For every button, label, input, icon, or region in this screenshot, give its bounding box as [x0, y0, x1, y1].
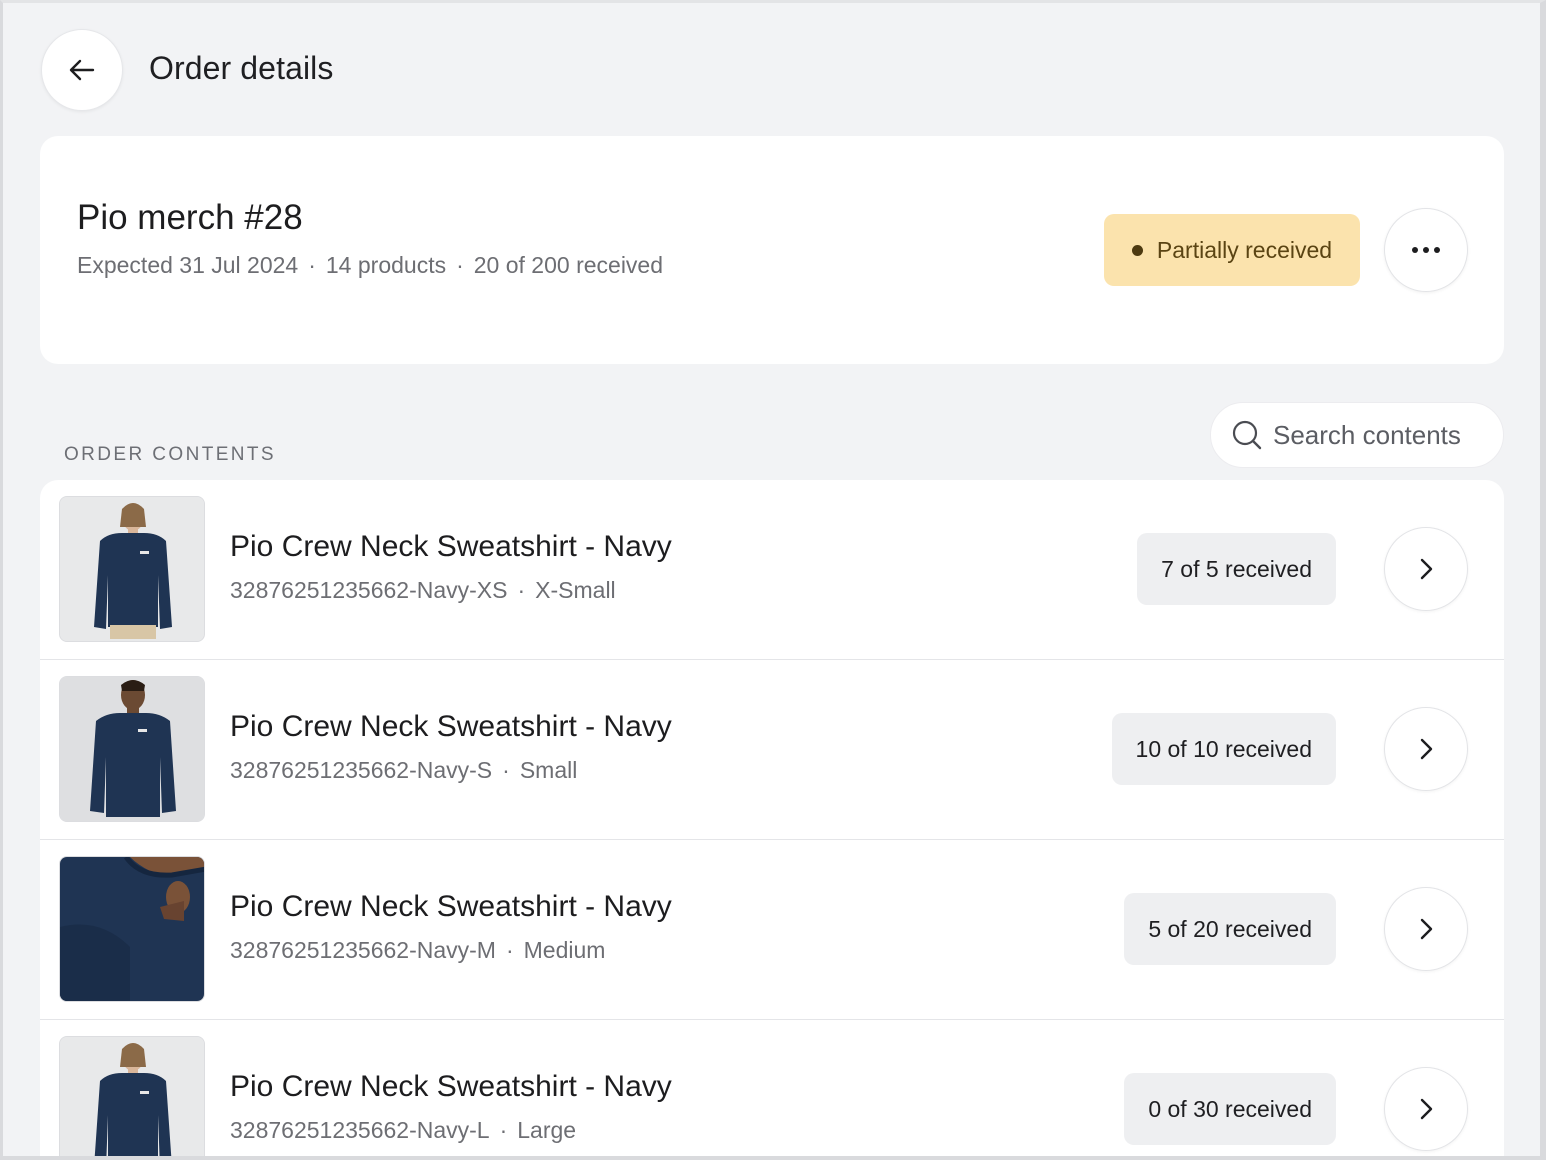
status-dot-icon: [1131, 244, 1143, 256]
list-item[interactable]: Pio Crew Neck Sweatshirt - Navy 32876251…: [40, 840, 1504, 1020]
product-sku: 32876251235662-Navy-S: [230, 757, 493, 783]
chevron-right-icon: [1420, 558, 1433, 580]
received-badge: 5 of 20 received: [1124, 893, 1336, 965]
product-meta: 32876251235662-Navy-XS · X-Small: [230, 577, 616, 603]
product-thumbnail: [59, 676, 205, 822]
received-badge: 10 of 10 received: [1111, 713, 1336, 785]
page-title: Order details: [149, 50, 334, 86]
product-size: Medium: [523, 937, 606, 963]
search-icon: [1232, 420, 1262, 450]
received-badge: 7 of 5 received: [1137, 533, 1336, 605]
open-item-button[interactable]: [1384, 887, 1468, 971]
search-input[interactable]: [1273, 419, 1483, 451]
open-item-button[interactable]: [1384, 1067, 1468, 1151]
section-label-order-contents: ORDER CONTENTS: [64, 444, 276, 465]
product-size: Small: [519, 757, 578, 783]
product-thumbnail: [59, 1036, 205, 1156]
product-size: X-Small: [535, 577, 616, 603]
order-product-count: 14 products: [325, 252, 447, 278]
list-item[interactable]: Pio Crew Neck Sweatshirt - Navy 32876251…: [40, 660, 1504, 840]
product-size: Large: [517, 1117, 577, 1143]
list-item[interactable]: Pio Crew Neck Sweatshirt - Navy 32876251…: [40, 480, 1504, 660]
chevron-right-icon: [1420, 1098, 1433, 1120]
more-options-button[interactable]: [1384, 208, 1468, 292]
search-box[interactable]: [1210, 402, 1504, 468]
product-thumbnail: [59, 856, 205, 1002]
list-item[interactable]: Pio Crew Neck Sweatshirt - Navy 32876251…: [40, 1020, 1504, 1156]
product-meta: 32876251235662-Navy-S · Small: [230, 757, 578, 783]
received-badge: 0 of 30 received: [1124, 1073, 1336, 1145]
product-thumbnail: [59, 496, 205, 642]
order-contents-list: Pio Crew Neck Sweatshirt - Navy 32876251…: [40, 480, 1504, 1156]
sweatshirt-photo-icon: [60, 677, 204, 821]
product-meta: 32876251235662-Navy-M · Medium: [230, 937, 606, 963]
order-name: Pio merch #28: [77, 198, 303, 237]
sweatshirt-photo-icon: [60, 857, 204, 1001]
arrow-left-icon: [69, 59, 95, 81]
product-name: Pio Crew Neck Sweatshirt - Navy: [230, 530, 672, 563]
ellipsis-icon: [1412, 247, 1440, 253]
product-name: Pio Crew Neck Sweatshirt - Navy: [230, 1070, 672, 1103]
back-button[interactable]: [41, 29, 123, 111]
sweatshirt-photo-icon: [60, 1037, 204, 1156]
status-badge: Partially received: [1104, 214, 1360, 286]
product-name: Pio Crew Neck Sweatshirt - Navy: [230, 710, 672, 743]
sweatshirt-photo-icon: [60, 497, 204, 641]
open-item-button[interactable]: [1384, 527, 1468, 611]
chevron-right-icon: [1420, 918, 1433, 940]
product-sku: 32876251235662-Navy-XS: [230, 577, 508, 603]
order-meta: Expected 31 Jul 2024 · 14 products · 20 of 2…: [77, 252, 664, 278]
product-sku: 32876251235662-Navy-L: [230, 1117, 490, 1143]
order-expected-date: Expected 31 Jul 2024: [77, 252, 299, 278]
open-item-button[interactable]: [1384, 707, 1468, 791]
order-received-count: 20 of 200 received: [473, 252, 664, 278]
status-label: Partially received: [1156, 236, 1333, 263]
product-name: Pio Crew Neck Sweatshirt - Navy: [230, 890, 672, 923]
product-meta: 32876251235662-Navy-L · Large: [230, 1117, 577, 1143]
order-summary-card: Pio merch #28 Expected 31 Jul 2024 · 14 pr…: [40, 136, 1504, 364]
chevron-right-icon: [1420, 738, 1433, 760]
product-sku: 32876251235662-Navy-M: [230, 937, 496, 963]
